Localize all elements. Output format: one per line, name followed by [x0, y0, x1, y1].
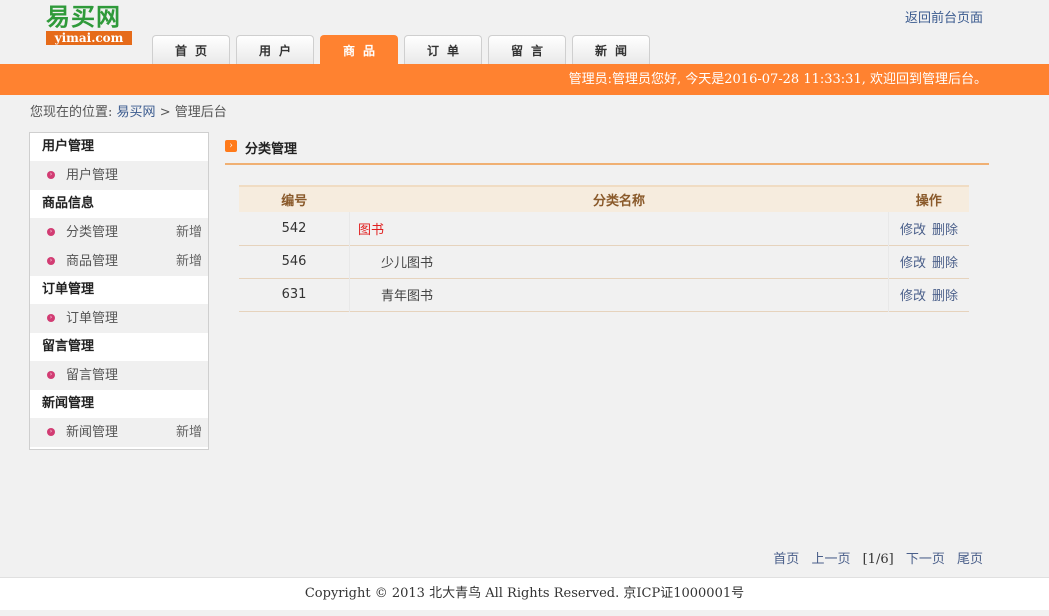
edit-link[interactable]: 修改 [900, 256, 926, 271]
sidebar-item-label: 新闻管理 [66, 425, 119, 440]
tab-home[interactable]: 首页 [152, 35, 230, 64]
breadcrumb-site-link[interactable]: 易买网 [117, 105, 156, 120]
breadcrumb-separator: > [159, 105, 171, 120]
cell-actions: 修改 删除 [889, 278, 970, 311]
cell-category-name: 青年图书 [349, 278, 889, 311]
welcome-bar: 管理员:管理员您好, 今天是2016-07-28 11:33:31, 欢迎回到管… [0, 64, 1049, 95]
sidebar-item-message-manage[interactable]: › 留言管理 [30, 361, 208, 390]
table-row: 542 图书 修改 删除 [239, 212, 969, 245]
bullet-icon: › [47, 371, 55, 379]
column-header-actions: 操作 [915, 194, 942, 209]
site-logo[interactable]: 易买网 yimai.com [46, 4, 132, 45]
tab-orders[interactable]: 订单 [404, 35, 482, 64]
edit-link[interactable]: 修改 [900, 289, 926, 304]
copyright-text: Copyright © 2013 北大青鸟 All Rights Reserve… [304, 586, 745, 601]
sidebar-item-label: 分类管理 [66, 225, 119, 240]
sidebar-item-category-manage[interactable]: › 分类管理 新增 [30, 218, 208, 247]
bullet-icon: › [47, 257, 55, 265]
sidebar-group-orders: 订单管理 [42, 282, 95, 297]
sidebar-item-news-manage[interactable]: › 新闻管理 新增 [30, 418, 208, 447]
sidebar-item-user-manage[interactable]: › 用户管理 [30, 161, 208, 190]
sidebar-group-messages: 留言管理 [42, 339, 95, 354]
arrow-right-icon: › [225, 140, 237, 152]
sidebar-item-label: 留言管理 [66, 368, 119, 383]
cell-category-name: 少儿图书 [349, 245, 889, 278]
column-header-name: 分类名称 [592, 194, 645, 209]
sidebar-item-product-manage[interactable]: › 商品管理 新增 [30, 247, 208, 276]
cell-id: 542 [281, 220, 307, 236]
sidebar-group-news: 新闻管理 [42, 396, 95, 411]
pager-current: [1/6] [862, 552, 894, 567]
section-title: 分类管理 [245, 142, 298, 157]
table-row: 631 青年图书 修改 删除 [239, 278, 969, 311]
bullet-icon: › [47, 314, 55, 322]
delete-link[interactable]: 删除 [932, 223, 958, 238]
column-header-id: 编号 [281, 194, 308, 209]
tab-messages[interactable]: 留言 [488, 35, 566, 64]
breadcrumb-current: 管理后台 [174, 105, 227, 120]
sidebar: 用户管理 › 用户管理 商品信息 › 分类管理 新增 › 商品管理 新增 订单管… [29, 132, 209, 450]
delete-link[interactable]: 删除 [932, 256, 958, 271]
pager-prev[interactable]: 上一页 [811, 552, 850, 567]
sidebar-item-order-manage[interactable]: › 订单管理 [30, 304, 208, 333]
bullet-icon: › [47, 428, 55, 436]
table-row: 546 少儿图书 修改 删除 [239, 245, 969, 278]
add-news-link[interactable]: 新增 [176, 418, 202, 447]
welcome-text: 管理员:管理员您好, 今天是2016-07-28 11:33:31, 欢迎回到管… [568, 72, 987, 87]
cell-category-name: 图书 [349, 212, 889, 245]
pager-first[interactable]: 首页 [773, 552, 799, 567]
footer: Copyright © 2013 北大青鸟 All Rights Reserve… [0, 577, 1049, 610]
category-table: 编号 分类名称 操作 542 图书 修改 删除 546 少儿图书 修改 删除 631… [239, 185, 969, 312]
cell-id: 546 [281, 254, 307, 269]
bullet-icon: › [47, 171, 55, 179]
logo-cn-text: 易买网 [46, 3, 121, 31]
pagination: 首页 上一页 [1/6] 下一页 尾页 [765, 548, 983, 567]
section-title-bar: › 分类管理 [225, 138, 989, 165]
tab-news[interactable]: 新闻 [572, 35, 650, 64]
table-header-row: 编号 分类名称 操作 [239, 186, 969, 212]
sidebar-group-users: 用户管理 [42, 139, 95, 154]
breadcrumb: 您现在的位置: 易买网 > 管理后台 [30, 101, 227, 120]
breadcrumb-prefix: 您现在的位置: [30, 105, 113, 120]
add-category-link[interactable]: 新增 [176, 218, 202, 247]
tab-products[interactable]: 商品 [320, 35, 398, 64]
tab-users[interactable]: 用户 [236, 35, 314, 64]
sidebar-item-label: 用户管理 [66, 168, 119, 183]
sidebar-item-label: 商品管理 [66, 254, 119, 269]
cell-actions: 修改 删除 [889, 212, 970, 245]
pager-next[interactable]: 下一页 [906, 552, 945, 567]
delete-link[interactable]: 删除 [932, 289, 958, 304]
bullet-icon: › [47, 228, 55, 236]
logo-en-text: yimai.com [46, 31, 132, 45]
add-product-link[interactable]: 新增 [176, 247, 202, 276]
return-frontend-link[interactable]: 返回前台页面 [905, 7, 983, 26]
cell-id: 631 [281, 287, 307, 302]
pager-last[interactable]: 尾页 [957, 552, 983, 567]
cell-actions: 修改 删除 [889, 245, 970, 278]
edit-link[interactable]: 修改 [900, 223, 926, 238]
top-nav: 首页 用户 商品 订单 留言 新闻 [152, 35, 656, 64]
sidebar-group-products: 商品信息 [42, 196, 95, 211]
sidebar-item-label: 订单管理 [66, 311, 119, 326]
